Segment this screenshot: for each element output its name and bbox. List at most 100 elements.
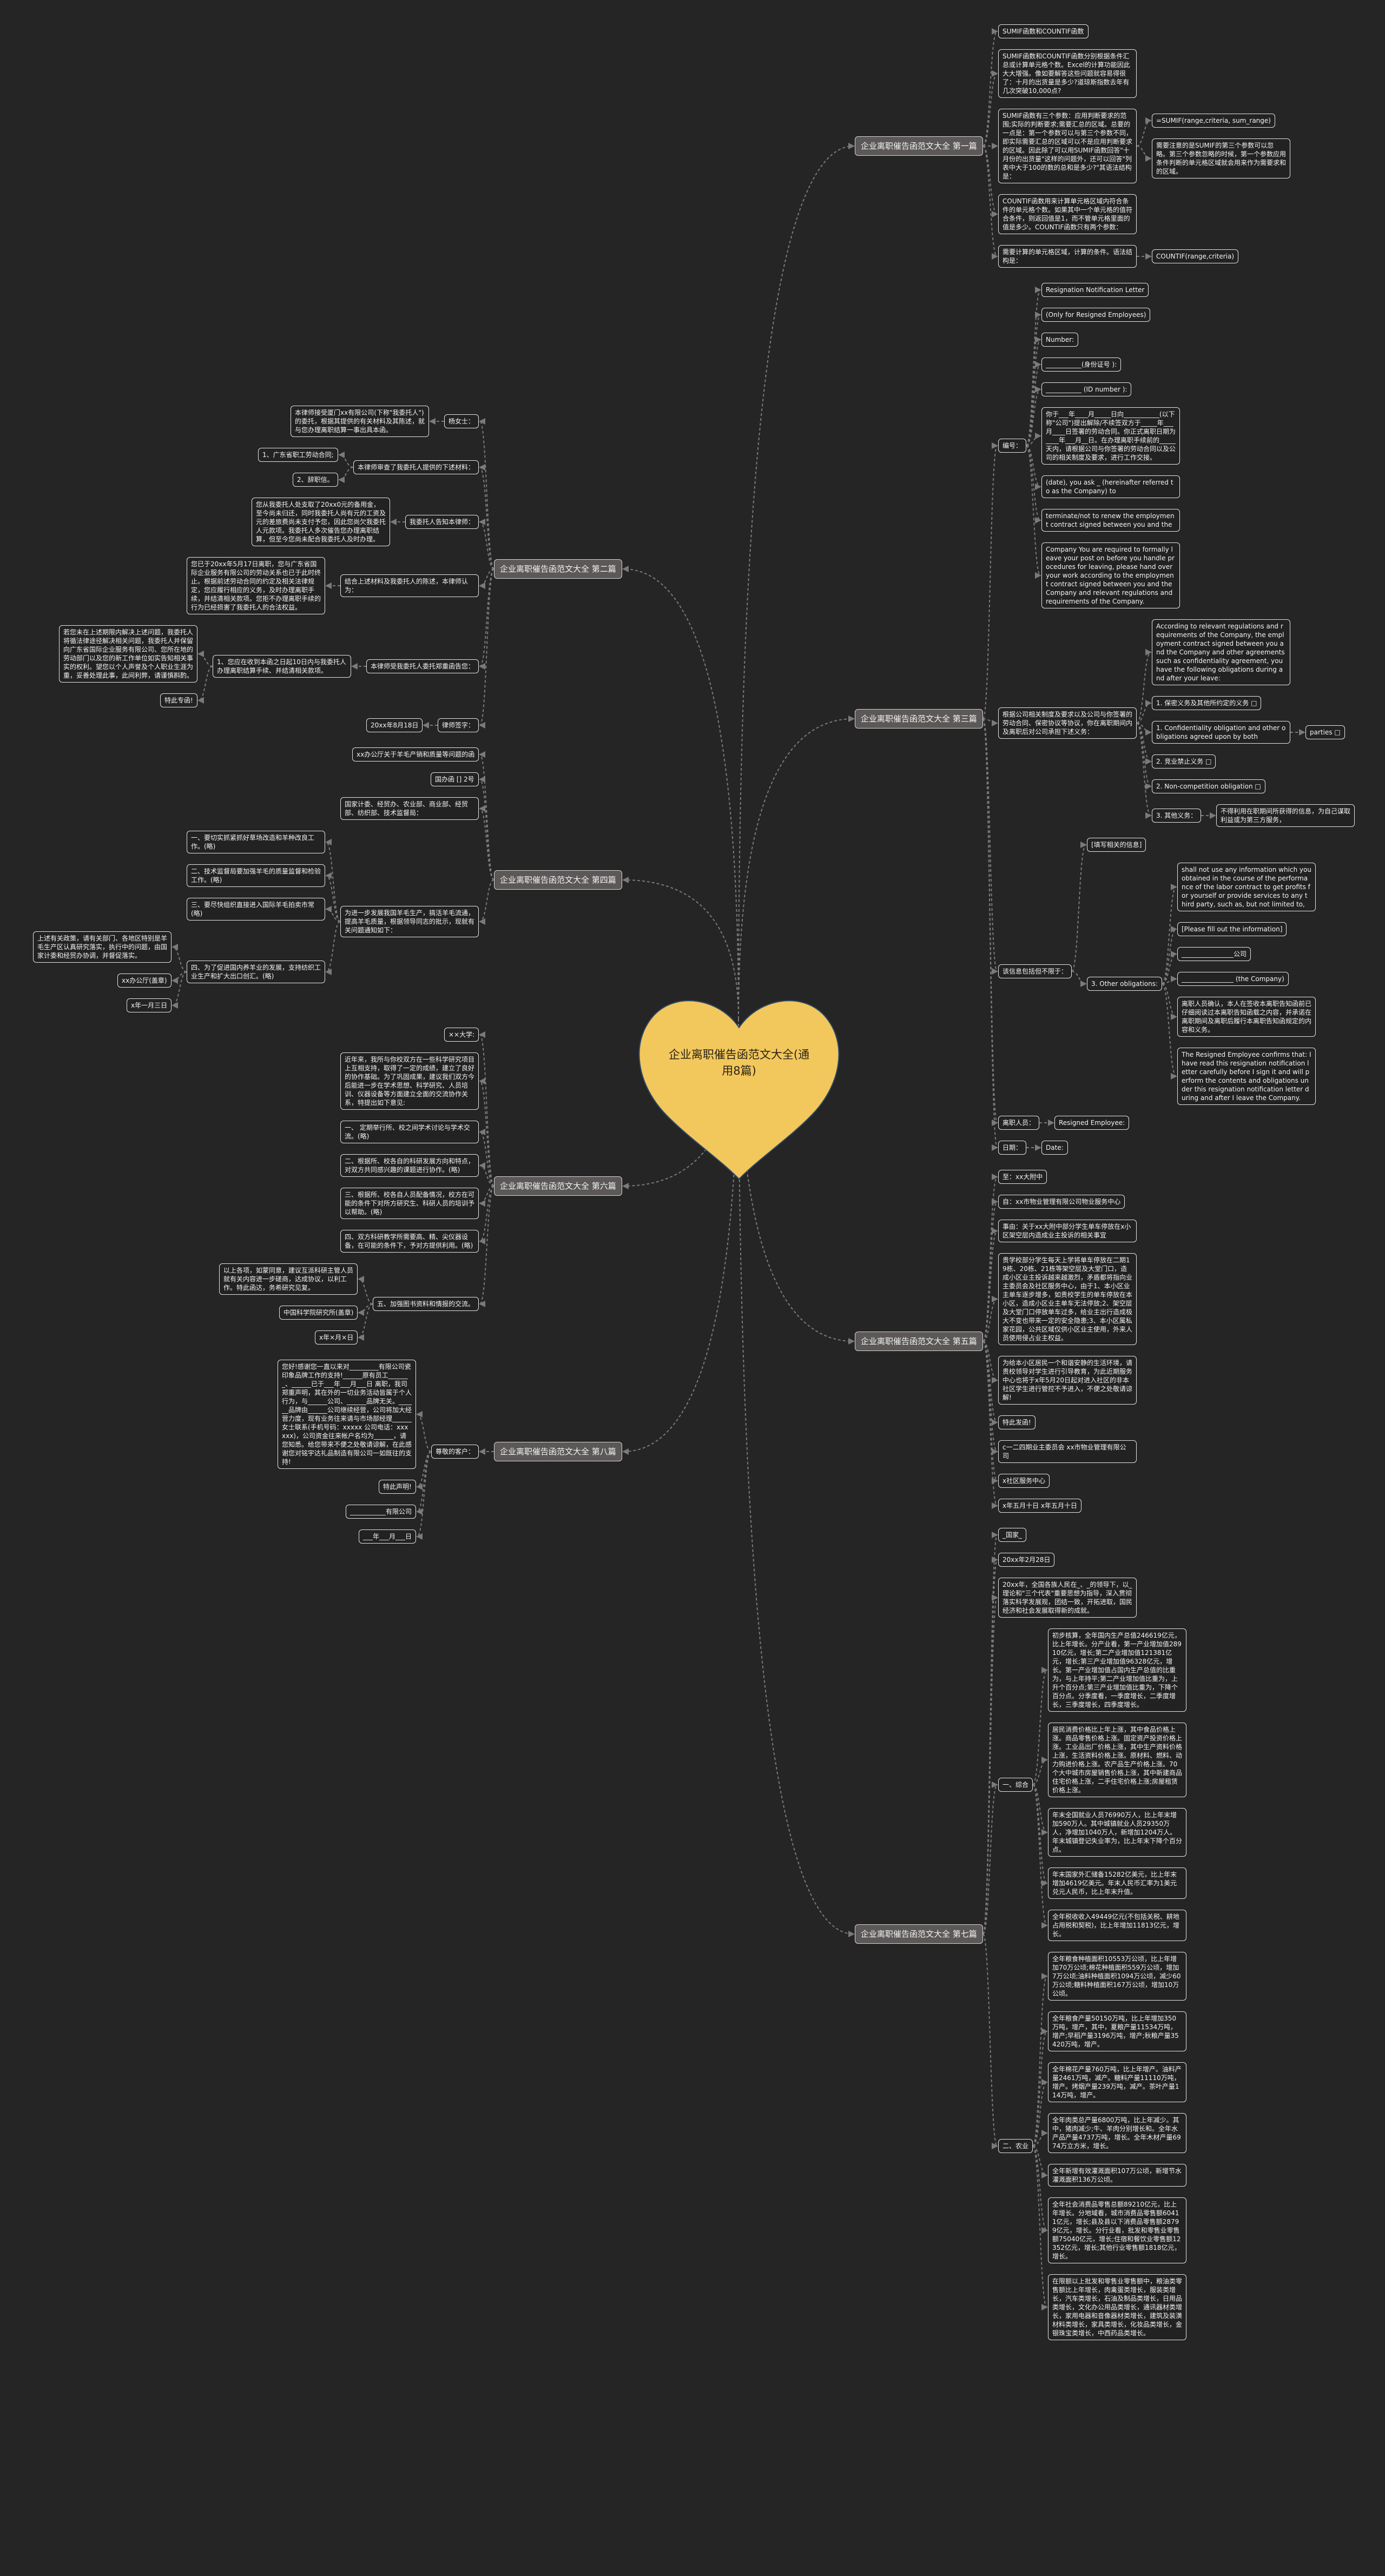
subtopic-node[interactable]: COUNTIF函数用来计算单元格区域内符合条件的单元格个数。如果其中一个单元格的… <box>998 194 1137 234</box>
subtopic-node[interactable]: (date), you ask _ (hereinafter referred … <box>1041 475 1180 498</box>
subtopic-node[interactable]: 年末国家外汇储备15282亿美元，比上年末增加4619亿美元。年末人民币汇率为1… <box>1048 1868 1186 1899</box>
subtopic-node[interactable]: 四、双方科研教学所需要高、精、尖仪器设备，在可能的条件下，予对方提供利用。(略) <box>340 1230 479 1253</box>
subtopic-node[interactable]: 二、技术监督局要加强羊毛的质量监督和检验工作。(略) <box>187 864 325 887</box>
subtopic-node[interactable]: 以上各项，如蒙同意，建议互派科研主管人员就有关内容进一步磋商，达成协议，以利工作… <box>219 1263 358 1295</box>
subtopic-node[interactable]: 全年肉类总产量6800万吨，比上年减少。其中，猪肉减少;牛、羊肉分别增长和。全年… <box>1048 2113 1186 2153</box>
subtopic-node[interactable]: 3. 其他义务： <box>1152 809 1202 823</box>
subtopic-node[interactable]: 日期： <box>998 1141 1027 1155</box>
subtopic-node[interactable]: Resignation Notification Letter <box>1041 283 1149 297</box>
subtopic-node[interactable]: xx办公厅(盖章) <box>117 974 172 988</box>
subtopic-node[interactable]: 20xx年，全国各族人民在_、_的领导下，以_理论和"三个代表"重要思想为指导，… <box>998 1578 1137 1618</box>
subtopic-node[interactable]: 国家计委、经贸办、农业部、商业部、经贸部、纺织部、技术监督局： <box>340 797 479 820</box>
subtopic-node[interactable]: 国办函 [] 2号 <box>431 772 479 786</box>
subtopic-node[interactable]: 全年粮食产量50150万吨，比上年增加350万吨，增产，其中，夏粮产量11534… <box>1048 2011 1186 2051</box>
subtopic-node[interactable]: 近年来，我所与你校双方在一些科学研究项目上互相支持，取得了一定的成绩，建立了良好… <box>340 1052 479 1110</box>
subtopic-node[interactable]: The Resigned Employee confirms that: I h… <box>1177 1048 1316 1105</box>
subtopic-node[interactable]: 初步核算，全年国内生产总值246619亿元，比上年增长。分产业看，第一产业增加值… <box>1048 1628 1186 1712</box>
subtopic-node[interactable]: 全年棉花产量760万吨，比上年增产。油料产量2461万吨，减产。糖料产量1111… <box>1048 2062 1186 2102</box>
subtopic-node[interactable]: 本律师接受厦门xx有限公司(下称"我委托人")的委托，根据其提供的有关材料及其陈… <box>291 406 429 437</box>
subtopic-node[interactable]: terminate/not to renew the employment co… <box>1041 509 1180 532</box>
subtopic-node[interactable]: x年一月三日 <box>127 998 172 1012</box>
branch-topic[interactable]: 企业离职催告函范文大全 第六篇 <box>494 1176 622 1196</box>
subtopic-node[interactable]: ________________公司 <box>1177 947 1251 961</box>
subtopic-node[interactable]: 离职人员： <box>998 1116 1040 1130</box>
subtopic-node[interactable]: x年×月×日 <box>315 1330 358 1345</box>
subtopic-node[interactable]: 事由：关于xx大附中部分学生单车停放在x小区架空层内造成业主投诉的相关事宜 <box>998 1220 1137 1242</box>
subtopic-node[interactable]: 至：xx大附中 <box>998 1170 1047 1184</box>
subtopic-node[interactable]: [Please fill out the information] <box>1177 922 1287 936</box>
subtopic-node[interactable]: According to relevant regulations and re… <box>1152 619 1290 685</box>
subtopic-node[interactable]: shall not use any information which you … <box>1177 863 1316 911</box>
subtopic-node[interactable]: 为进一步发展我国羊毛生产，搞活羊毛流通，提高羊毛质量，根据领导同志的批示，现就有… <box>340 906 479 937</box>
subtopic-node[interactable]: parties □ <box>1305 725 1345 739</box>
subtopic-node[interactable]: 你于___年____月_____日向___________(以下称"公司")提出… <box>1041 407 1180 465</box>
subtopic-node[interactable]: 该信息包括但不限于： <box>998 964 1072 978</box>
subtopic-node[interactable]: ___________有限公司 <box>346 1505 417 1519</box>
subtopic-node[interactable]: 您从我委托人处支取了20xx0元的备用金，至今尚未归还，同时我委托人尚有元的工资… <box>252 498 390 546</box>
subtopic-node[interactable]: 杨女士： <box>444 414 479 428</box>
subtopic-node[interactable]: 20xx年2月28日 <box>998 1553 1055 1567</box>
subtopic-node[interactable]: 特此专函! <box>160 693 197 707</box>
subtopic-node[interactable]: 若您未在上述期限内解决上述问题，我委托人将循法律途径解决相关问题，我委托人并保留… <box>59 625 197 683</box>
branch-topic[interactable]: 企业离职催告函范文大全 第五篇 <box>855 1332 983 1351</box>
subtopic-node[interactable]: SUMIF函数和COUNTIF函数分别根据条件汇总或计算单元格个数。Excel的… <box>998 49 1137 98</box>
subtopic-node[interactable]: ________________ (the Company) <box>1177 972 1289 986</box>
subtopic-node[interactable]: xx办公厅关于羊毛产销和质量等问题的函 <box>352 747 479 761</box>
branch-topic[interactable]: 企业离职催告函范文大全 第二篇 <box>494 559 622 579</box>
subtopic-node[interactable]: Resigned Employee: <box>1054 1116 1130 1130</box>
subtopic-node[interactable]: x年五月十日 x年五月十日 <box>998 1499 1082 1513</box>
subtopic-node[interactable]: SUMIF函数有三个参数：应用判断要求的范围;实际的判断要求;需要汇总的区域。总… <box>998 109 1137 183</box>
subtopic-node[interactable]: 一、要切实抓紧抓好草场改造和羊种改良工作。(略) <box>187 831 325 853</box>
subtopic-node[interactable]: 离职人员确认，本人在签收本离职告知函前已仔细阅读过本离职告知函载之内容，并承诺在… <box>1177 997 1316 1037</box>
subtopic-node[interactable]: 三、要尽快组织直接进入国际羊毛拍卖市常(略) <box>187 898 325 921</box>
subtopic-node[interactable]: 贵学校部分学生每天上学将单车停放在二期19栋、20栋、21栋等架空层及大堂门口，… <box>998 1253 1137 1345</box>
subtopic-node[interactable]: 1、您应在收到本函之日起10日内与我委托人办理离职结算手续、并结清相关款项。 <box>213 655 351 678</box>
subtopic-node[interactable]: c一二四期业主委员会 xx市物业管理有限公司 <box>998 1440 1137 1463</box>
branch-topic[interactable]: 企业离职催告函范文大全 第三篇 <box>855 709 983 729</box>
subtopic-node[interactable]: 中国科学院研究所(盖章) <box>279 1306 358 1320</box>
subtopic-node[interactable]: 为给本小区居民一个和谐安静的生活环境，请贵校领导对学生进行引导教育，为此近期服务… <box>998 1356 1137 1405</box>
branch-topic[interactable]: 企业离职催告函范文大全 第七篇 <box>855 1924 983 1944</box>
subtopic-node[interactable]: 2. 竞业禁止义务 □ <box>1152 754 1216 769</box>
subtopic-node[interactable]: =SUMIF(range,criteria, sum_range) <box>1152 114 1275 128</box>
subtopic-node[interactable]: 3. Other obligations: <box>1087 977 1163 991</box>
subtopic-node[interactable]: 本律师审查了我委托人提供的下述材料： <box>353 460 479 474</box>
branch-topic[interactable]: 企业离职催告函范文大全 第四篇 <box>494 870 622 890</box>
subtopic-node[interactable]: 2、辞职信。 <box>293 473 338 487</box>
subtopic-node[interactable]: 上述有关政策，请有关部门、各地区特别是羊毛生产区认真研究落实，执行中的问题，由国… <box>33 931 172 963</box>
subtopic-node[interactable]: 在限额以上批发和零售业零售额中，粮油类零售额比上年增长，肉禽蛋类增长，服装类增长… <box>1048 2274 1186 2340</box>
subtopic-node[interactable]: 全年新增有效灌溉面积107万公顷，新增节水灌溉面积136万公顷。 <box>1048 2164 1186 2187</box>
subtopic-node[interactable]: Company You are required to formally lea… <box>1041 542 1180 608</box>
subtopic-node[interactable]: _国家_ <box>998 1528 1027 1542</box>
branch-topic[interactable]: 企业离职催告函范文大全 第八篇 <box>494 1442 622 1461</box>
central-topic-heart[interactable] <box>638 994 840 1181</box>
subtopic-node[interactable]: 一、综合 <box>998 1778 1033 1792</box>
subtopic-node[interactable]: [填写相关的信息] <box>1087 838 1146 852</box>
subtopic-node[interactable]: 自：xx市物业管理有限公司物业服务中心 <box>998 1195 1125 1209</box>
subtopic-node[interactable]: 本律师受我委托人委托郑重函告您： <box>366 659 479 673</box>
subtopic-node[interactable]: 律师签字： <box>438 718 479 732</box>
subtopic-node[interactable]: 我委托人告知本律师： <box>405 515 479 529</box>
subtopic-node[interactable]: 特此声明! <box>379 1480 416 1494</box>
subtopic-node[interactable]: 需要计算的单元格区域，计算的条件。语法结构是： <box>998 245 1137 268</box>
subtopic-node[interactable]: 1、广东省职工劳动合同; <box>258 448 338 462</box>
central-topic-label[interactable]: 企业离职催告函范文大全(通用8篇) <box>665 1047 813 1079</box>
branch-topic[interactable]: 企业离职催告函范文大全 第一篇 <box>855 136 983 156</box>
subtopic-node[interactable]: 五、加强图书资料和情报的交流。 <box>373 1297 479 1311</box>
subtopic-node[interactable]: 需要注意的是SUMIF的第三个参数可以忽略。第三个参数忽略的时候，第一个参数应用… <box>1152 138 1290 178</box>
subtopic-node[interactable]: 二、根据所、校各自的科研发展方向和特点，对双方共同感兴趣的课题进行协作。(略) <box>340 1154 479 1177</box>
subtopic-node[interactable]: 1. 保密义务及其他所约定的义务 □ <box>1152 696 1262 710</box>
subtopic-node[interactable]: 结合上述材料及我委托人的陈述，本律师认为： <box>340 574 479 597</box>
subtopic-node[interactable]: ___________ (ID number ): <box>1041 382 1132 396</box>
subtopic-node[interactable]: ___________(身份证号 ): <box>1041 357 1122 372</box>
subtopic-node[interactable]: 2. Non-competition obligation □ <box>1152 779 1265 793</box>
subtopic-node[interactable]: 四、为了促进国内养羊业的发展，支持纺织工业生产和扩大出口创汇。(略) <box>187 961 325 983</box>
subtopic-node[interactable]: 年末全国就业人员76990万人，比上年末增加590万人。其中城镇就业人员2935… <box>1048 1808 1186 1857</box>
subtopic-node[interactable]: 全年税收收入49449亿元(不包括关税、耕地占用税和契税)，比上年增加11813… <box>1048 1910 1186 1941</box>
subtopic-node[interactable]: 三、根据所、校各自人员配备情况，校方在可能的条件下对所方研究生、科研人员的培训予… <box>340 1188 479 1219</box>
subtopic-node[interactable]: x社区服务中心 <box>998 1474 1050 1488</box>
subtopic-node[interactable]: ××大学: <box>444 1028 479 1042</box>
subtopic-node[interactable]: (Only for Resigned Employees) <box>1041 308 1151 322</box>
subtopic-node[interactable]: 特此发函! <box>998 1415 1036 1429</box>
subtopic-node[interactable]: 二、农业 <box>998 2139 1033 2153</box>
